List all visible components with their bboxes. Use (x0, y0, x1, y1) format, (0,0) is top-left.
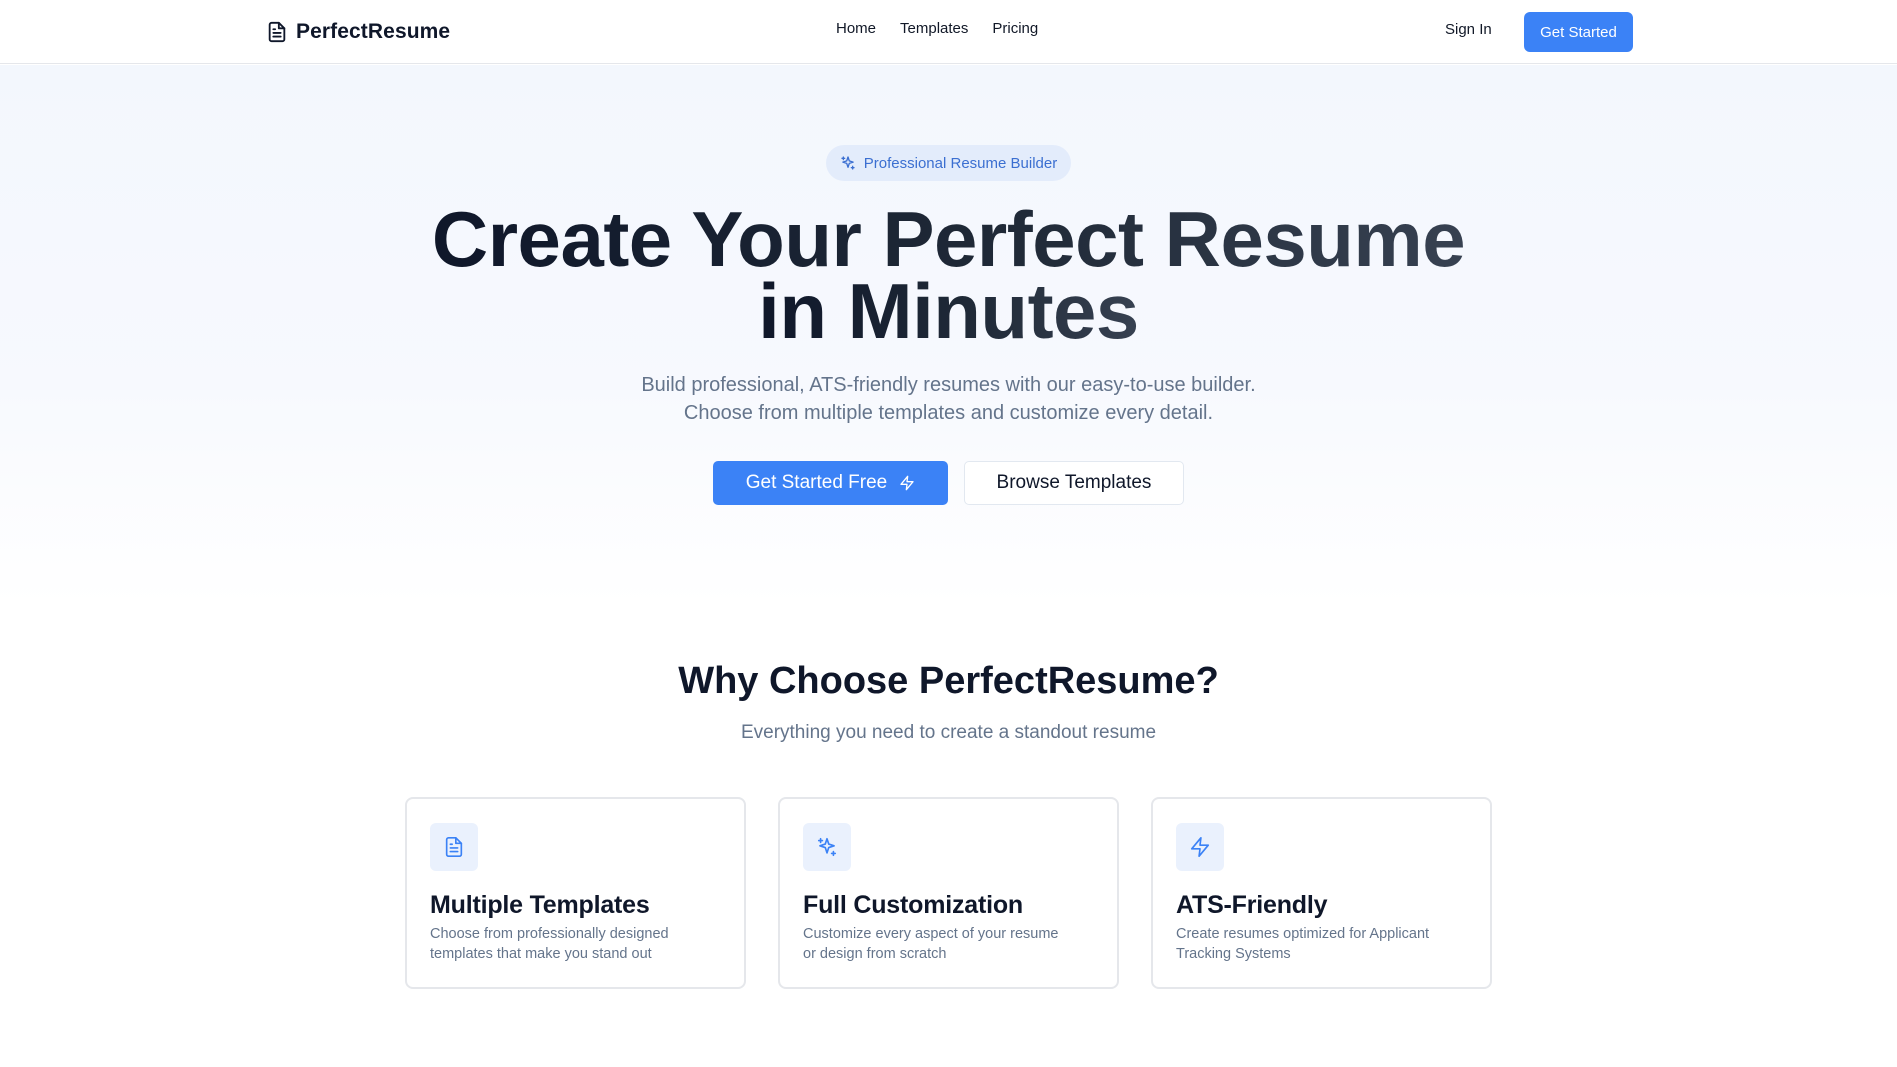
hero-subtitle-line1: Build professional, ATS-friendly resumes… (641, 374, 1256, 396)
zap-icon (899, 475, 915, 491)
hero-buttons: Get Started Free Browse Templates (713, 461, 1184, 505)
top-navbar: PerfectResume Home Templates Pricing Sig… (0, 0, 1897, 64)
brand-logo[interactable]: PerfectResume (266, 18, 450, 46)
features-subtitle: Everything you need to create a standout… (740, 722, 1157, 743)
nav-links: Home Templates Pricing (836, 20, 1038, 37)
feature-card-description: Create resumes optimized for Applicant T… (1176, 926, 1430, 962)
nav-link-pricing[interactable]: Pricing (992, 20, 1038, 37)
file-text-icon (430, 823, 478, 871)
nav-link-templates[interactable]: Templates (900, 20, 968, 37)
zap-icon (1176, 823, 1224, 871)
hero-section: Professional Resume Builder Create Your … (0, 65, 1897, 605)
hero-subtitle-line2: Choose from multiple templates and custo… (683, 402, 1214, 424)
feature-card-description: Choose from professionally designed temp… (430, 926, 669, 962)
feature-card-templates: Multiple Templates Choose from professio… (405, 797, 746, 989)
features-title: Why Choose PerfectResume? (678, 660, 1219, 702)
hero-title: Create Your Perfect Resume in Minutes (0, 200, 1897, 350)
sparkles-icon (803, 823, 851, 871)
get-started-button[interactable]: Get Started (1524, 12, 1633, 52)
feature-card-customization: Full Customization Customize every aspec… (778, 797, 1119, 989)
hero-subtitle: Build professional, ATS-friendly resumes… (0, 371, 1897, 427)
feature-card-title: Full Customization (803, 891, 1023, 919)
browse-templates-button[interactable]: Browse Templates (964, 461, 1184, 505)
feature-card-title: Multiple Templates (430, 891, 650, 919)
hero-badge-label: Professional Resume Builder (863, 154, 1058, 172)
nav-link-home[interactable]: Home (836, 20, 876, 37)
feature-cards: Multiple Templates Choose from professio… (405, 797, 1492, 989)
sign-in-link[interactable]: Sign In (1445, 21, 1492, 38)
sparkles-icon (840, 155, 856, 171)
feature-card-title: ATS-Friendly (1176, 891, 1328, 919)
get-started-free-label: Get Started Free (745, 472, 888, 493)
feature-card-ats: ATS-Friendly Create resumes optimized fo… (1151, 797, 1492, 989)
feature-card-description: Customize every aspect of your resume or… (803, 926, 1059, 962)
get-started-free-button[interactable]: Get Started Free (713, 461, 948, 505)
hero-title-line2: in Minutes (758, 267, 1139, 355)
brand-name: PerfectResume (296, 20, 451, 43)
file-text-icon (266, 20, 288, 44)
hero-badge: Professional Resume Builder (826, 145, 1071, 181)
